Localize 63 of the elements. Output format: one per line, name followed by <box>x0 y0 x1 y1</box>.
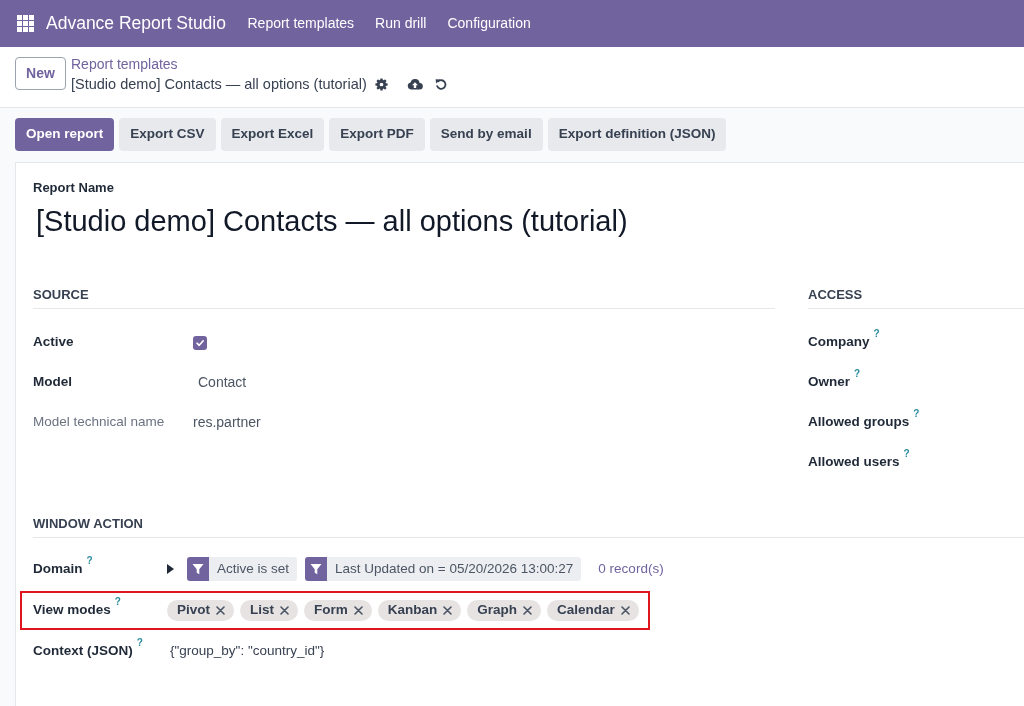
action-button[interactable]: Send by email <box>429 118 543 151</box>
field-value: Contact <box>197 373 247 392</box>
field-value: res.partner <box>193 413 261 432</box>
remove-icon[interactable] <box>523 605 533 615</box>
remove-icon[interactable] <box>280 605 290 615</box>
action-button[interactable]: Open report <box>15 118 115 151</box>
domain-filter-chip[interactable]: Active is set <box>187 557 298 581</box>
domain-filter-chip[interactable]: Last Updated on = 05/20/2026 13:00:27 <box>305 557 582 581</box>
breadcrumb-link[interactable]: Report templates <box>71 56 178 73</box>
field-label: Active <box>33 333 74 352</box>
caret-icon[interactable] <box>167 564 174 574</box>
remove-icon[interactable] <box>353 605 363 615</box>
filter-label: Active is set <box>216 560 291 578</box>
action-button[interactable]: Export definition (JSON) <box>547 118 727 151</box>
field-label: Allowed users <box>808 453 900 472</box>
apps-menu-icon[interactable] <box>17 15 34 32</box>
menu-item[interactable]: Report templates <box>237 13 365 34</box>
help-mark: ? <box>136 637 143 648</box>
action-button[interactable]: Export Excel <box>220 118 325 151</box>
field-label: View modes <box>33 600 111 619</box>
field-value: {"group_by": "country_id"} <box>169 641 325 660</box>
help-mark: ? <box>873 329 880 340</box>
field-label: Model <box>33 373 72 392</box>
tag-label: List <box>250 600 275 619</box>
field-label: Owner <box>808 373 850 392</box>
tag-label: Graph <box>477 600 518 619</box>
field-label: Company <box>808 333 870 352</box>
section-heading: ACCESS <box>808 284 1024 309</box>
field-label: Context (JSON) <box>33 641 133 660</box>
record-count-link[interactable]: 0 record(s) <box>598 558 664 580</box>
field-label: Report Name <box>33 180 114 196</box>
action-button[interactable]: Export CSV <box>119 118 216 151</box>
help-mark: ? <box>86 555 93 566</box>
tag-label: Pivot <box>177 600 210 619</box>
remove-icon[interactable] <box>620 605 630 615</box>
field-label: Model technical name <box>33 413 165 432</box>
filter-icon <box>305 557 328 581</box>
filter-icon <box>187 557 209 581</box>
new-button[interactable]: New <box>15 57 66 90</box>
section-heading: SOURCE <box>33 284 775 309</box>
help-mark: ? <box>903 449 910 460</box>
remove-icon[interactable] <box>443 605 453 615</box>
help-mark: ? <box>854 369 861 380</box>
checkbox[interactable] <box>193 335 207 350</box>
tag-label: Kanban <box>387 600 438 619</box>
filter-label: Last Updated on = 05/20/2026 13:00:27 <box>334 560 575 578</box>
gear-icon[interactable] <box>374 77 388 91</box>
field-label: Domain <box>33 559 83 578</box>
field-label: Allowed groups <box>808 413 910 432</box>
help-mark: ? <box>913 409 920 420</box>
app-name[interactable]: Advance Report Studio <box>46 10 226 37</box>
undo-icon[interactable] <box>434 78 447 90</box>
menu-item[interactable]: Configuration <box>436 13 542 34</box>
help-mark: ? <box>114 596 121 607</box>
remove-icon[interactable] <box>216 605 225 615</box>
tag-label: Calendar <box>557 600 615 619</box>
section-heading: WINDOW ACTION <box>33 513 1024 538</box>
menu-item[interactable]: Run drill <box>364 13 437 34</box>
action-button[interactable]: Export PDF <box>329 118 425 151</box>
tag-label: Form <box>314 600 348 619</box>
cloud-upload-icon[interactable] <box>406 78 423 90</box>
record-title: [Studio demo] Contacts — all options (tutorial) <box>71 74 367 94</box>
report-name: [Studio demo] Contacts — all options (tutorial) <box>36 203 628 238</box>
